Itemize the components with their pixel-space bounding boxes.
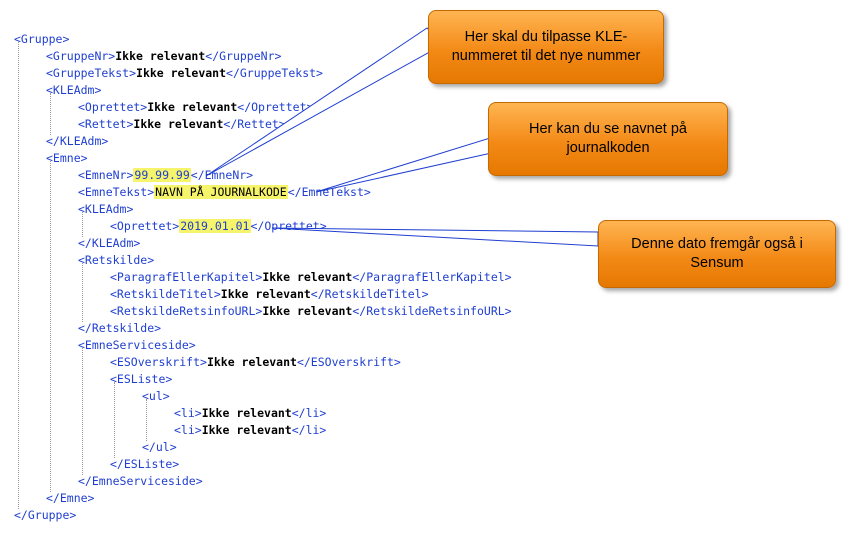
callout-text: Denne dato fremgår også i Sensum [631,236,803,271]
callout-kle-number: Her skal du tilpasse KLE-nummeret til de… [428,10,664,84]
callout-journal-name: Her kan du se navnet på journalkoden [488,102,728,176]
leader-line-kle-number [205,27,445,177]
leader-line-date [271,227,599,247]
leader-line-journal-name [315,137,507,193]
callout-text: Her kan du se navnet på journalkoden [529,121,687,156]
callout-date: Denne dato fremgår også i Sensum [598,220,836,288]
callout-text: Her skal du tilpasse KLE-nummeret til de… [451,29,641,64]
